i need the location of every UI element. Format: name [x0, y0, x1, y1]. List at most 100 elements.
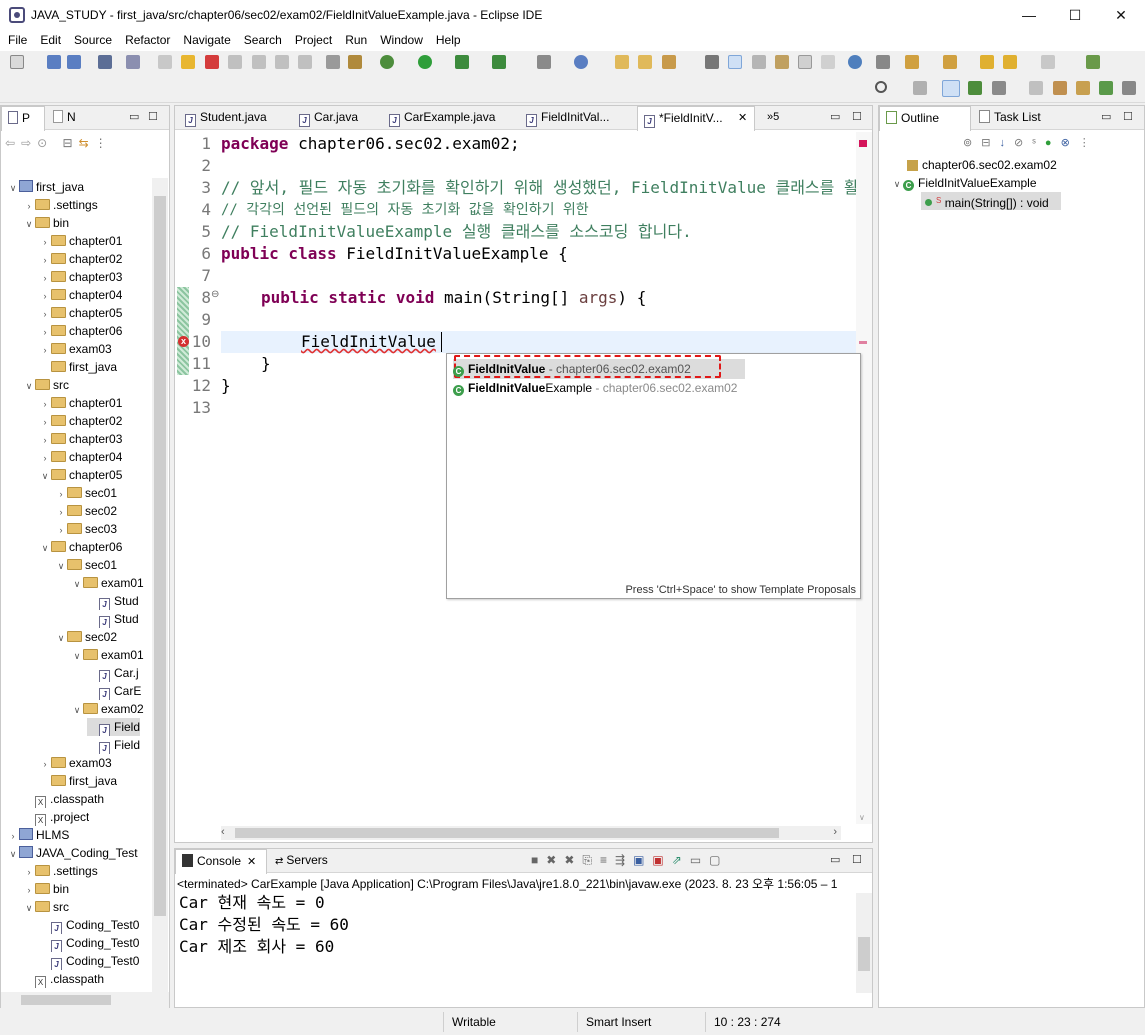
skip-breakpoints-icon[interactable]: [126, 55, 140, 69]
tree-item[interactable]: J Car.j: [87, 664, 139, 682]
chevron-down-icon[interactable]: ∨: [71, 575, 83, 592]
chevron-down-icon[interactable]: ∨: [39, 467, 51, 484]
scroll-down-icon[interactable]: ∨: [859, 813, 865, 822]
clear-console-icon[interactable]: ⎘: [582, 853, 600, 867]
resume-icon[interactable]: [158, 55, 172, 69]
back-icon[interactable]: [980, 55, 994, 69]
outline-menu-icon[interactable]: ⋮: [1079, 137, 1099, 149]
menu-navigate[interactable]: Navigate: [175, 31, 235, 47]
use-step-filters-icon[interactable]: [348, 55, 362, 69]
chevron-right-icon[interactable]: ›: [39, 413, 51, 430]
maximize-console-icon[interactable]: ☐: [852, 853, 862, 866]
outline-method[interactable]: S main(String[]) : void: [925, 192, 1049, 210]
back-icon[interactable]: ⇦: [5, 136, 21, 150]
save-icon[interactable]: [47, 55, 61, 69]
collapse-icon[interactable]: ⊟: [981, 137, 999, 149]
tree-item[interactable]: › exam03: [39, 754, 112, 772]
scrollbar-thumb[interactable]: [154, 196, 166, 916]
tree-item[interactable]: X .classpath: [23, 790, 104, 808]
tree-item[interactable]: ∨ src: [23, 898, 69, 916]
chevron-down-icon[interactable]: ∨: [23, 215, 35, 232]
hide-fields-icon[interactable]: ⊘: [1014, 137, 1032, 149]
run-icon[interactable]: [418, 55, 432, 69]
tasks-icon[interactable]: [1122, 81, 1136, 95]
maximize-view-icon[interactable]: ☐: [148, 110, 158, 123]
tree-item[interactable]: › chapter06: [39, 322, 123, 340]
chevron-right-icon[interactable]: ›: [39, 395, 51, 412]
tree-item[interactable]: J Stud: [87, 592, 139, 610]
tree-item[interactable]: › chapter03: [39, 430, 123, 448]
show-whitespace-icon[interactable]: [798, 55, 812, 69]
tree-item[interactable]: › .settings: [23, 862, 98, 880]
toggle-mark-icon[interactable]: [752, 55, 766, 69]
tab-fieldinitvalueexample-java[interactable]: J *FieldInitV... ✕: [637, 106, 755, 131]
pin-console-icon[interactable]: ⇗: [672, 853, 690, 867]
forward-icon[interactable]: ⇨: [21, 136, 37, 150]
open-type-icon[interactable]: [615, 55, 629, 69]
chevron-right-icon[interactable]: ›: [39, 449, 51, 466]
tree-item[interactable]: › sec02: [55, 502, 118, 520]
tab-servers[interactable]: ⇄ Servers: [269, 849, 339, 873]
tab-console[interactable]: Console ✕: [175, 849, 267, 874]
git-perspective-icon[interactable]: [992, 81, 1006, 95]
coverage-icon[interactable]: [455, 55, 469, 69]
maximize-button[interactable]: ☐: [1052, 0, 1098, 31]
pilcrow-icon[interactable]: [821, 55, 835, 69]
step-over-icon[interactable]: [275, 55, 289, 69]
chevron-right-icon[interactable]: ›: [23, 881, 35, 898]
console-scrollbar[interactable]: [856, 893, 872, 993]
tree-item[interactable]: › sec01: [55, 484, 118, 502]
close-button[interactable]: ✕: [1098, 0, 1144, 31]
hscroll-thumb[interactable]: [235, 828, 779, 838]
highlight-icon[interactable]: [728, 55, 742, 69]
tree-item[interactable]: ∨ JAVA_Coding_Test: [7, 844, 138, 862]
step-into-icon[interactable]: [252, 55, 266, 69]
tree-item[interactable]: › chapter05: [39, 304, 123, 322]
menu-project[interactable]: Project: [287, 31, 337, 47]
tree-item[interactable]: › .settings: [23, 196, 98, 214]
tab-car-java[interactable]: J Car.java: [293, 106, 377, 130]
chevron-right-icon[interactable]: ›: [23, 197, 35, 214]
tree-item[interactable]: ∨ first_java: [7, 178, 84, 196]
tree-item[interactable]: J Field: [87, 736, 140, 754]
menu-run[interactable]: Run: [337, 31, 372, 47]
new-class-icon[interactable]: [574, 55, 588, 69]
scroll-right-icon[interactable]: ›: [833, 826, 837, 838]
tree-item[interactable]: ∨ bin: [23, 214, 69, 232]
tree-item[interactable]: › chapter01: [39, 394, 123, 412]
chevron-down-icon[interactable]: ∨: [55, 629, 67, 646]
scrollbar-thumb[interactable]: [858, 937, 870, 971]
menu-edit[interactable]: Edit: [32, 31, 66, 47]
tree-item[interactable]: ∨ sec02: [55, 628, 117, 646]
minimize-editor-icon[interactable]: ▭: [830, 110, 840, 123]
package-explorer-icon[interactable]: [1053, 81, 1067, 95]
chevron-down-icon[interactable]: ∨: [71, 647, 83, 664]
tree-item[interactable]: ∨ chapter06: [39, 538, 123, 556]
tree-item[interactable]: ∨ exam02: [71, 700, 144, 718]
proposal-fieldinitvalue[interactable]: C FieldInitValue - chapter06.sec02.exam02: [453, 360, 691, 378]
tree-item[interactable]: ∨ exam01: [71, 574, 144, 592]
tree-item[interactable]: ∨ chapter05: [39, 466, 123, 484]
chevron-down-icon[interactable]: ∨: [39, 539, 51, 556]
editor-hscrollbar[interactable]: ‹ ›: [221, 826, 841, 840]
proposal-fieldinitvalueexample[interactable]: C FieldInitValueExample - chapter06.sec02…: [453, 379, 737, 397]
outline-class[interactable]: ∨ C FieldInitValueExample: [891, 174, 1037, 192]
tree-item[interactable]: › chapter04: [39, 448, 123, 466]
next-annotation-icon[interactable]: [876, 55, 890, 69]
debug-icon[interactable]: [380, 55, 394, 69]
back-arrow-icon[interactable]: [1003, 55, 1017, 69]
tree-item[interactable]: J Coding_Test0: [39, 952, 139, 970]
tree-item[interactable]: J CarE: [87, 682, 141, 700]
outline-package[interactable]: chapter06.sec02.exam02: [907, 156, 1057, 174]
explorer-hscrollbar[interactable]: [1, 992, 169, 1008]
tree-item[interactable]: › bin: [23, 880, 70, 898]
link-editor-icon[interactable]: ⇆: [79, 136, 95, 150]
focus-icon[interactable]: ⊚: [963, 137, 981, 149]
view-menu-icon[interactable]: ⋮: [95, 136, 113, 150]
java-perspective-icon[interactable]: [942, 80, 960, 97]
chevron-down-icon[interactable]: ∨: [23, 899, 35, 916]
chevron-right-icon[interactable]: ›: [55, 485, 67, 502]
chevron-right-icon[interactable]: ›: [39, 431, 51, 448]
quick-access-icon[interactable]: [875, 81, 887, 93]
collapse-all-icon[interactable]: ⊟: [63, 136, 79, 150]
